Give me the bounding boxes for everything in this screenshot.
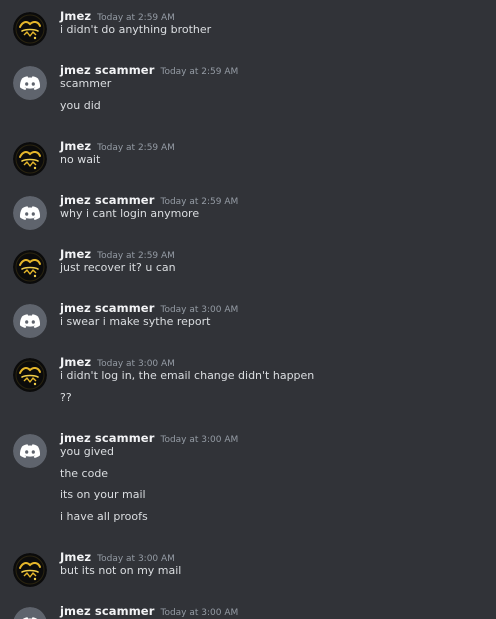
timestamp: Today at 3:00 AM (160, 435, 239, 445)
jmez-logo-icon[interactable] (13, 358, 47, 392)
message-text: why i cant login anymore (60, 207, 200, 220)
message-text: you did (60, 98, 101, 112)
message-text: but its not on my mail (60, 564, 182, 577)
discord-default-avatar-icon[interactable] (13, 196, 47, 230)
message-text: you gived (60, 445, 115, 458)
author-name[interactable]: Jmez (60, 139, 91, 153)
timestamp: Today at 2:59 AM (160, 67, 239, 77)
jmez-logo-icon[interactable] (13, 142, 47, 176)
author-name[interactable]: Jmez (60, 9, 91, 23)
discord-default-avatar-icon[interactable] (13, 607, 47, 619)
timestamp: Today at 3:00 AM (160, 608, 239, 618)
author-name[interactable]: Jmez (60, 247, 91, 261)
message-text: i have all proofs (60, 509, 148, 523)
chat-messages: Jmez Today at 2:59 AM i didn't do anything… (0, 0, 496, 619)
message-text: no wait (60, 153, 101, 166)
discord-default-avatar-icon[interactable] (13, 304, 47, 338)
author-name[interactable]: jmez scammer (60, 301, 154, 315)
message-text: its on your mail (60, 488, 146, 501)
timestamp: Today at 2:59 AM (97, 143, 175, 153)
message-text: i swear i make sythe report (60, 315, 211, 328)
message-text: i didn't do anything brother (60, 23, 212, 36)
jmez-logo-icon[interactable] (13, 12, 47, 46)
discord-default-avatar-icon[interactable] (13, 66, 47, 100)
author-name[interactable]: jmez scammer (60, 604, 154, 618)
message-text: i didn't log in, the email change didn't… (60, 369, 315, 382)
message-header: jmez scammer Today at 3:00 AM (60, 601, 238, 619)
author-name[interactable]: Jmez (60, 355, 91, 369)
author-name[interactable]: jmez scammer (60, 431, 154, 445)
message-text: scammer (60, 77, 112, 90)
jmez-logo-icon[interactable] (13, 553, 47, 587)
message-text: just recover it? u can (60, 261, 176, 274)
author-name[interactable]: jmez scammer (60, 193, 154, 207)
message-text: the code (60, 466, 109, 480)
jmez-logo-icon[interactable] (13, 250, 47, 284)
message-text: ?? (60, 390, 72, 404)
author-name[interactable]: Jmez (60, 550, 91, 564)
author-name[interactable]: jmez scammer (60, 63, 154, 77)
discord-default-avatar-icon[interactable] (13, 434, 47, 468)
